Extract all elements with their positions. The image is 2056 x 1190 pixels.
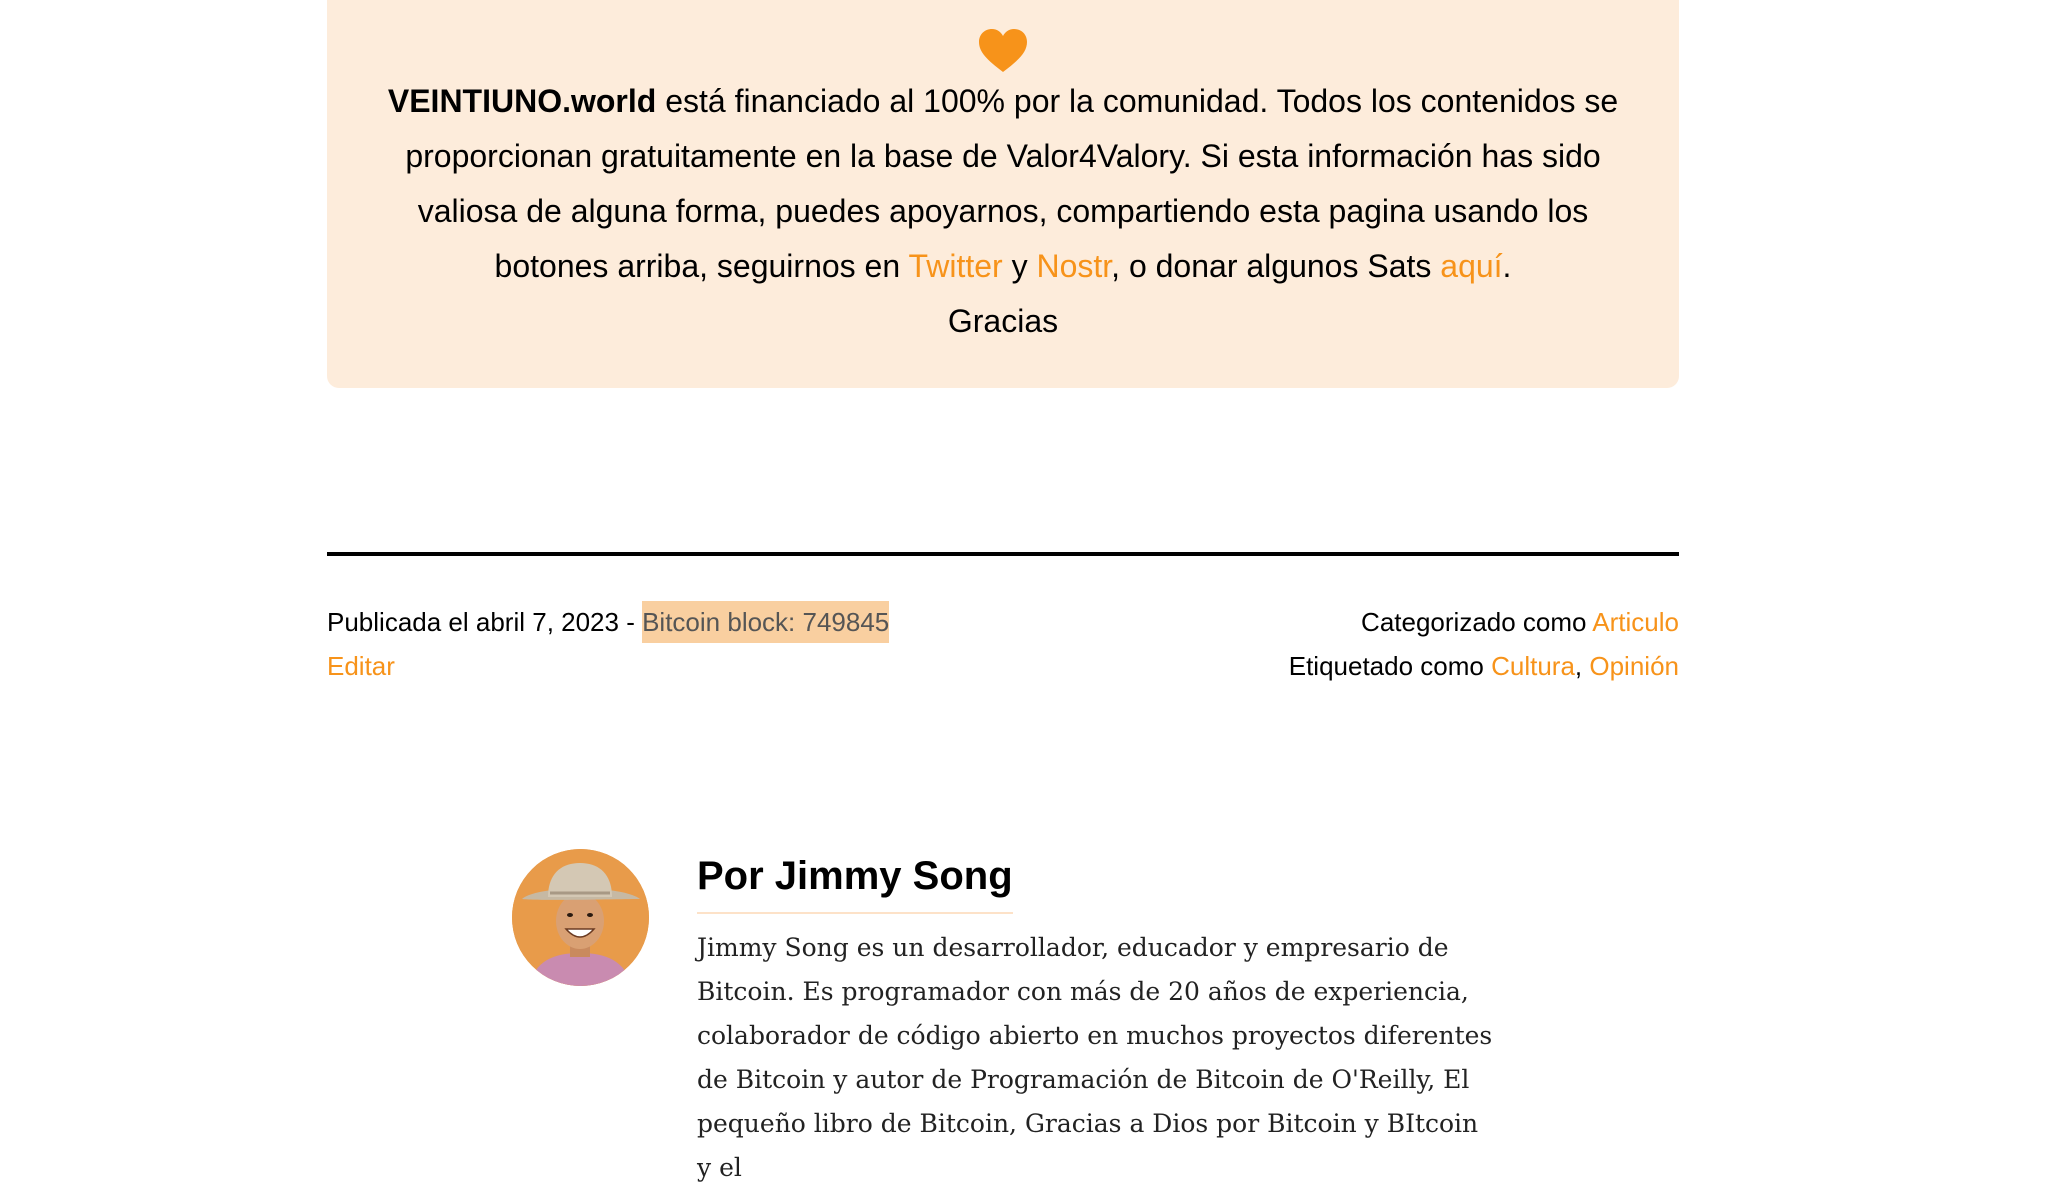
tag-link-opinion[interactable]: Opinión bbox=[1589, 651, 1679, 681]
support-text-part-2: , o donar algunos Sats bbox=[1111, 248, 1441, 284]
bitcoin-block-badge: Bitcoin block: 749845 bbox=[642, 601, 890, 643]
categorized-label: Categorizado como bbox=[1361, 607, 1593, 637]
twitter-link[interactable]: Twitter bbox=[908, 248, 1002, 284]
post-divider bbox=[327, 552, 1679, 556]
author-avatar[interactable] bbox=[512, 849, 649, 986]
published-date: Publicada el abril 7, 2023 - bbox=[327, 607, 643, 637]
post-meta-right: Categorizado como Articulo Etiquetado co… bbox=[1289, 600, 1679, 688]
support-message: VEINTIUNO.world está financiado al 100% … bbox=[357, 74, 1649, 349]
edit-link[interactable]: Editar bbox=[327, 651, 395, 681]
heart-icon bbox=[979, 29, 1027, 72]
tag-link-cultura[interactable]: Cultura bbox=[1491, 651, 1575, 681]
tagged-label: Etiquetado como bbox=[1288, 651, 1492, 681]
category-link-articulo[interactable]: Articulo bbox=[1592, 607, 1679, 637]
author-bio: Jimmy Song es un desarrollador, educador… bbox=[697, 933, 1493, 1182]
donate-link[interactable]: aquí bbox=[1440, 248, 1502, 284]
author-title: Por Jimmy Song bbox=[697, 846, 1013, 914]
nostr-link[interactable]: Nostr bbox=[1036, 248, 1111, 284]
support-text-conj: y bbox=[1002, 248, 1037, 284]
tag-separator: , bbox=[1574, 651, 1590, 681]
support-box: VEINTIUNO.world está financiado al 100% … bbox=[327, 0, 1679, 388]
thanks-text: Gracias bbox=[947, 303, 1059, 339]
brand-name: VEINTIUNO.world bbox=[387, 83, 657, 119]
support-text-period: . bbox=[1502, 248, 1512, 284]
post-meta-left: Publicada el abril 7, 2023 - Bitcoin blo… bbox=[327, 600, 890, 688]
